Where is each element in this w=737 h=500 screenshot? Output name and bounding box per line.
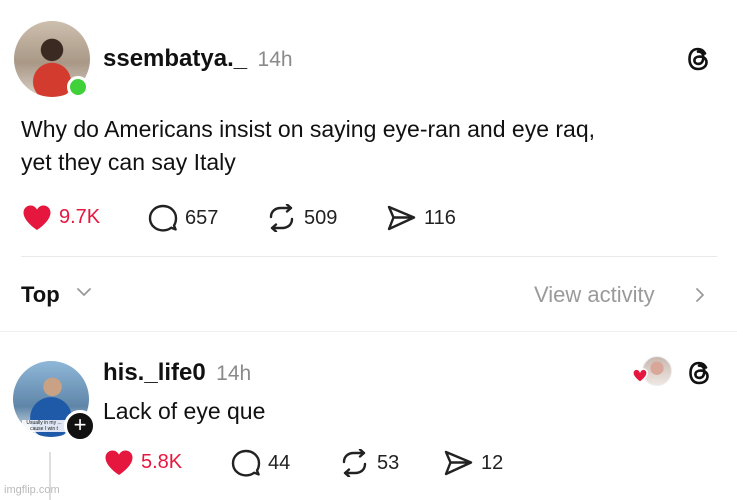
- reply-body: Lack of eye que: [103, 398, 266, 424]
- section-divider: [0, 331, 737, 332]
- chevron-right-icon[interactable]: [694, 287, 706, 303]
- repost-icon: [269, 204, 294, 232]
- post-username[interactable]: ssembatya._: [103, 45, 247, 72]
- reply-time: 14h: [216, 362, 252, 385]
- post-body: Why do Americans insist on saying eye-ra…: [21, 113, 701, 179]
- post-header: ssembatya._ 14h: [103, 45, 293, 73]
- comment-icon: [231, 449, 261, 477]
- watermark: imgflip.com: [4, 484, 60, 496]
- reply-username[interactable]: his._life0: [103, 359, 206, 386]
- post-comment-count: 657: [185, 206, 219, 229]
- post-like-count: 9.7K: [59, 206, 101, 228]
- reply-repost-button[interactable]: 53: [339, 449, 399, 477]
- plus-icon: +: [73, 412, 87, 437]
- heart-icon: [23, 205, 51, 230]
- reply-comment-count: 44: [268, 451, 291, 474]
- heart-icon: [105, 450, 133, 475]
- sort-dropdown-label[interactable]: Top: [21, 282, 60, 308]
- repost-icon: [342, 449, 367, 477]
- reply-like-button[interactable]: 5.8K: [104, 449, 182, 476]
- reply-avatar-caption: Usually in my ... cause I win t: [22, 420, 66, 432]
- comment-icon: [148, 204, 178, 232]
- reply-repost-count: 53: [377, 451, 400, 474]
- view-activity-link[interactable]: View activity: [534, 282, 655, 308]
- online-status-dot: [67, 76, 89, 98]
- reply-share-button[interactable]: 12: [443, 449, 503, 477]
- chevron-down-icon[interactable]: [76, 286, 92, 298]
- post-share-count: 116: [424, 206, 456, 229]
- heart-icon: [632, 368, 648, 383]
- divider: [21, 256, 717, 257]
- reply-like-count: 5.8K: [141, 451, 183, 473]
- reply-share-count: 12: [481, 451, 504, 474]
- threads-icon[interactable]: [685, 44, 713, 74]
- share-icon: [387, 205, 416, 231]
- post-comment-button[interactable]: 657: [148, 204, 218, 232]
- post-share-button[interactable]: 116: [386, 204, 456, 232]
- reply-header: his._life0 14h: [103, 359, 251, 387]
- follow-plus-button[interactable]: +: [64, 410, 96, 442]
- post-repost-button[interactable]: 509: [266, 204, 337, 232]
- share-icon: [444, 450, 473, 476]
- post-text-line-1: Why do Americans insist on saying eye-ra…: [21, 116, 596, 142]
- post-text-line-2: yet they can say Italy: [21, 149, 236, 175]
- reply-comment-button[interactable]: 44: [231, 449, 290, 477]
- post-like-button[interactable]: 9.7K: [22, 204, 100, 231]
- post-repost-count: 509: [304, 206, 338, 229]
- post-time: 14h: [257, 48, 293, 71]
- threads-icon[interactable]: [686, 358, 714, 388]
